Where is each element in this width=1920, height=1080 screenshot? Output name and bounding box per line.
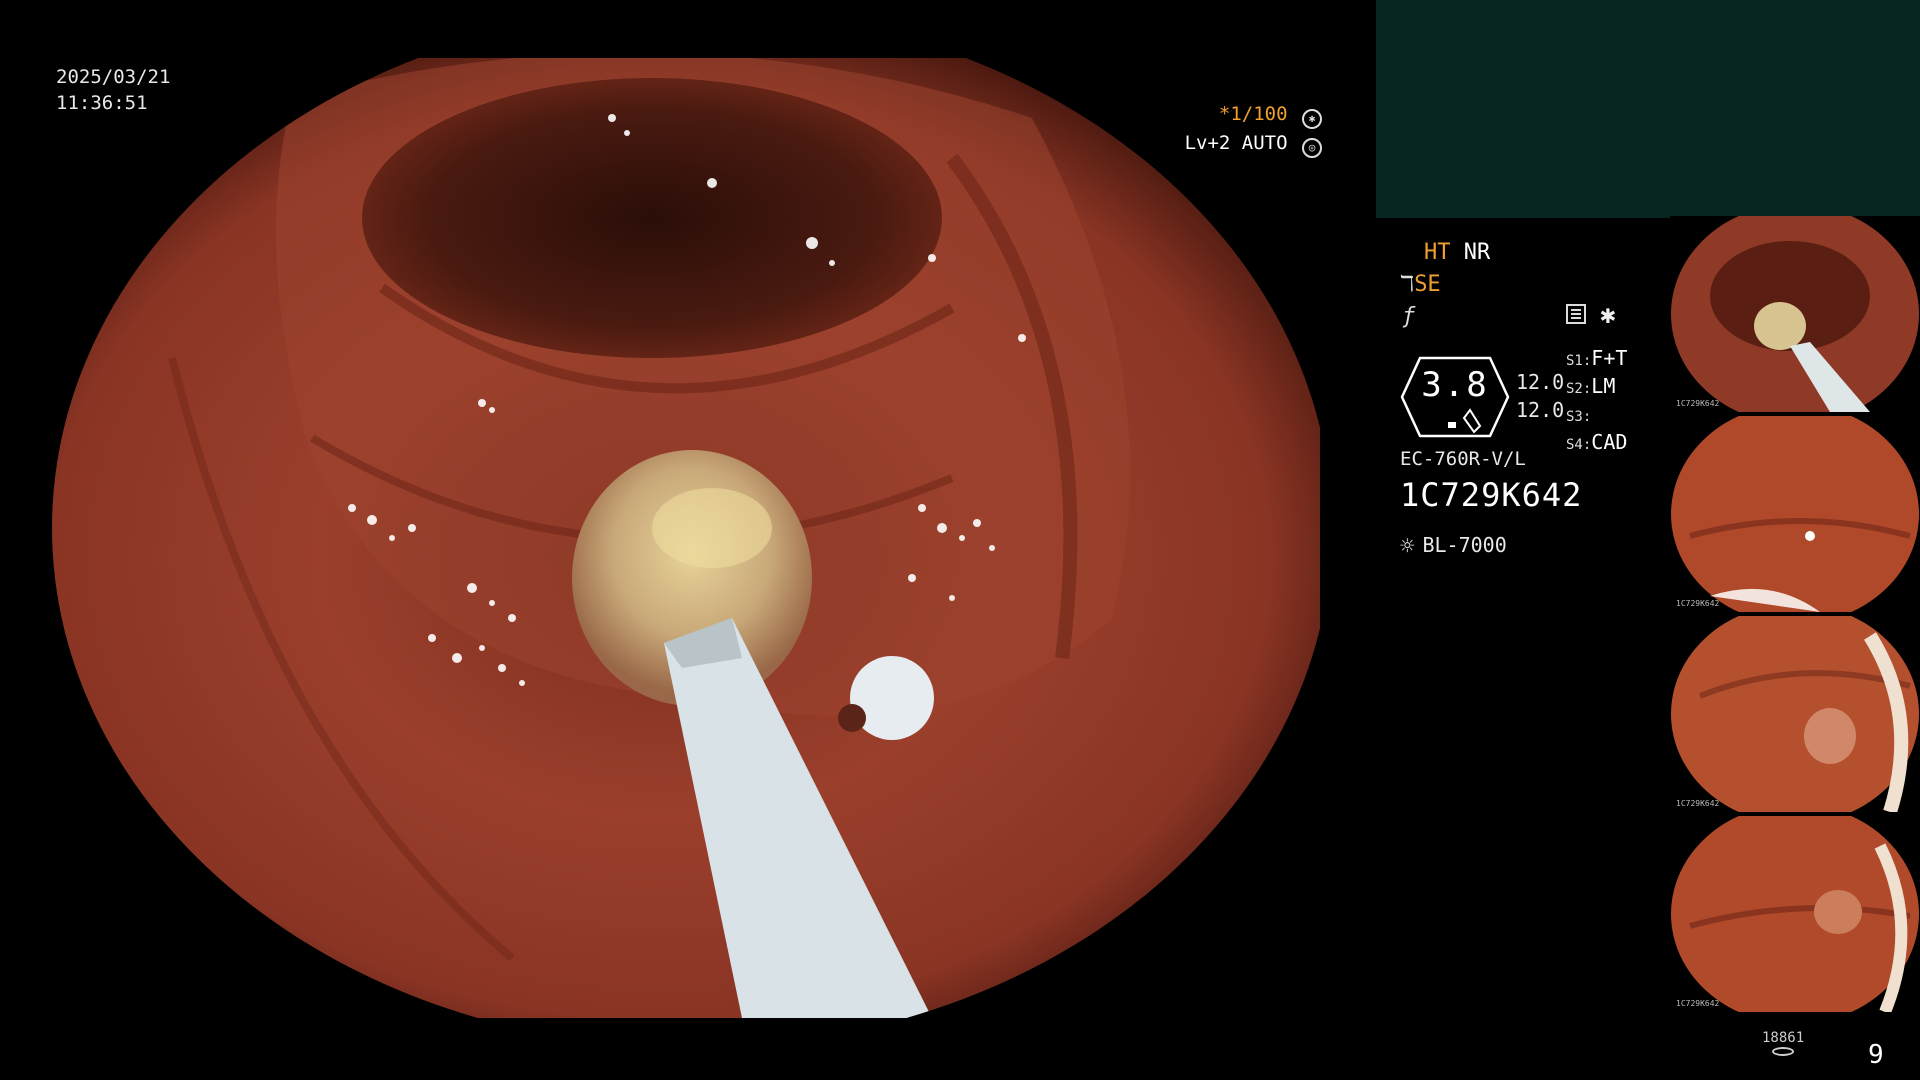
endoscope-view <box>52 58 1320 1018</box>
thumbnail-label: 1C729K642 <box>1676 999 1720 1008</box>
level-value: Lv+2 AUTO <box>1184 132 1288 154</box>
setting-s2: S2:LM <box>1566 374 1616 398</box>
setting-s3: S3: <box>1566 409 1592 425</box>
thumbnail-label: 1C729K642 <box>1676 599 1720 608</box>
thumbnail-1[interactable]: 1C729K642 <box>1670 216 1920 412</box>
light-source-icon: ☼ <box>1400 532 1415 560</box>
menu-icon <box>1566 304 1586 324</box>
freeze-icon: ƒ <box>1402 304 1416 329</box>
image-count: 18861 <box>1762 1030 1805 1046</box>
thumbnail-label: 1C729K642 <box>1676 799 1720 808</box>
shutter-icon: ✱ <box>1302 109 1322 129</box>
thumbnail-4[interactable]: 1C729K642 <box>1670 816 1920 1012</box>
mode-row: HT NR <box>1424 240 1490 270</box>
datetime: 2025/03/21 11:36:51 <box>56 64 170 116</box>
light-source: ☼ BL-7000 <box>1400 532 1507 560</box>
exposure-status: *1/100 ✱ Lv+2 AUTO ◎ <box>1185 100 1322 158</box>
structure-icon: ℸ <box>1400 272 1415 297</box>
thumbnail-2[interactable]: 1C729K642 <box>1670 416 1920 612</box>
light-source-label: BL-7000 <box>1422 533 1507 557</box>
setting-s1: S1:F+T <box>1566 346 1628 370</box>
mode-se: SE <box>1414 272 1441 297</box>
date: 2025/03/21 <box>56 66 171 88</box>
thumbnail-label: 1C729K642 <box>1676 399 1720 408</box>
thumbnail-3[interactable]: 1C729K642 <box>1670 616 1920 812</box>
mode-nr: NR <box>1463 240 1491 265</box>
image-counter: 18861 <box>1762 1030 1804 1056</box>
zoom-value: 3.8 <box>1421 365 1489 405</box>
star-icon: ✱ <box>1600 300 1616 330</box>
preview-panel <box>1376 0 1920 218</box>
auto-iris-icon: ◎ <box>1302 138 1322 158</box>
setting-s4: S4:CAD <box>1566 430 1628 454</box>
settings-list: S1:F+T S2:LM S3: S4:CAD <box>1566 346 1627 458</box>
dial-numbers: 12.0 12.0 <box>1516 368 1564 424</box>
storage-icon <box>1772 1047 1795 1056</box>
page-number: 9 <box>1868 1040 1884 1070</box>
scope-serial: 1C729K642 <box>1400 476 1583 514</box>
mode-ht: HT <box>1424 240 1451 265</box>
shutter-value: *1/100 <box>1218 103 1288 125</box>
dial-number-2: 12.0 <box>1516 398 1565 422</box>
se-row: ℸSE <box>1400 272 1441 297</box>
scope-model: EC-760R-V/L <box>1400 448 1526 470</box>
time: 11:36:51 <box>56 92 148 114</box>
dial-number-1: 12.0 <box>1516 370 1565 394</box>
